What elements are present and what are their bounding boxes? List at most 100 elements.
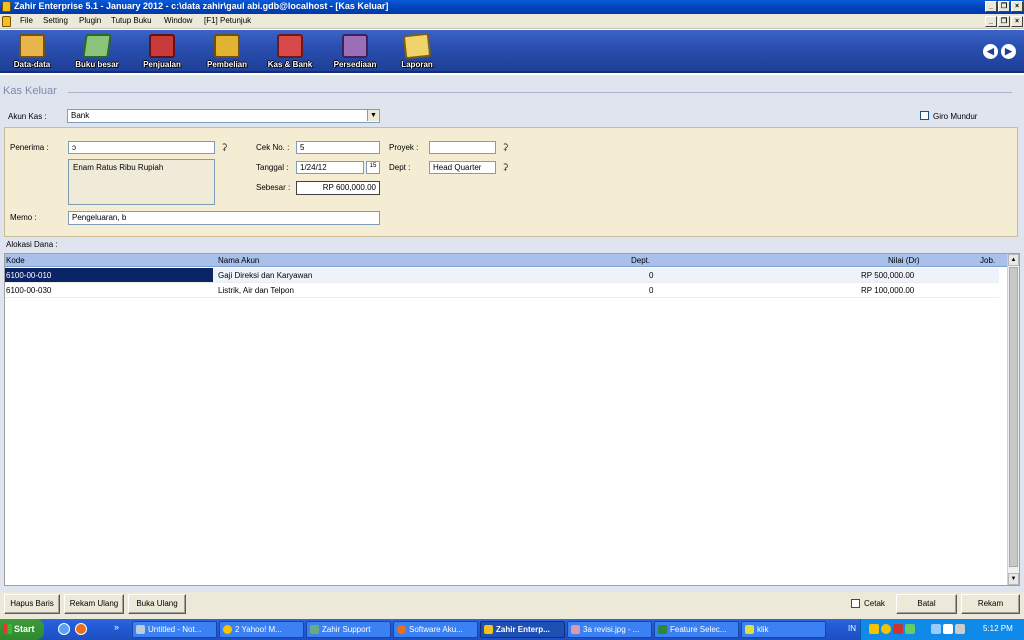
volume-icon[interactable] [955,624,965,634]
cell-kode[interactable]: 6100-00-030 [6,286,51,295]
tray-icon[interactable] [893,624,903,634]
window-controls: _ ❐ × [985,1,1023,12]
zahir-icon [484,625,493,634]
cell-nama[interactable]: Listrik, Air dan Telpon [218,286,294,295]
cell-kode[interactable]: 6100-00-010 [5,268,213,282]
task-feature-select[interactable]: Feature Selec... [654,621,739,638]
nav-forward-icon[interactable]: ▶ [1001,44,1016,59]
lookup-icon[interactable]: ⚳ [221,142,230,153]
task-label: Zahir Enterp... [496,625,550,634]
column-nilai[interactable]: Nilai (Dr) [888,256,920,265]
column-nama-akun[interactable]: Nama Akun [218,256,259,265]
lookup-icon[interactable]: ⚳ [502,142,511,153]
cell-nilai[interactable]: RP 500,000.00 [861,271,914,280]
grid-header: Kode Nama Akun Dept. Nilai (Dr) Job. [5,254,1009,267]
penerima-input[interactable]: ɔ [68,141,215,154]
menu-setting[interactable]: Setting [43,16,68,25]
cetak-label: Cetak [864,599,885,608]
yahoo-icon [223,625,232,634]
calendar-icon[interactable]: 15 [366,161,380,174]
task-image-viewer[interactable]: 3a revisi.jpg - ... [567,621,652,638]
scroll-up-icon[interactable]: ▲ [1008,254,1019,266]
rekam-button[interactable]: Rekam [961,594,1020,614]
menu-window[interactable]: Window [164,16,192,25]
start-button[interactable]: Start [0,619,44,640]
toolbar-penjualan[interactable]: Penjualan [137,33,187,71]
vertical-scrollbar[interactable]: ▲ ▼ [1007,254,1019,585]
penerima-label: Penerima : [10,143,49,152]
sebesar-input[interactable]: RP 600,000.00 [296,181,380,195]
cek-no-input[interactable]: 5 [296,141,380,154]
child-minimize-button[interactable]: _ [985,16,997,27]
toolbar-label: Pembelian [206,60,247,69]
notepad-icon [136,625,145,634]
minimize-button[interactable]: _ [985,1,997,12]
toolbar-label: Kas & Bank [267,60,313,69]
menu-tutup-buku[interactable]: Tutup Buku [111,16,152,25]
kas-keluar-form: Kas Keluar Akun Kas : Bank ▼ Giro Mundur… [0,75,1024,592]
network-icon[interactable] [931,624,941,634]
cell-nilai[interactable]: RP 100,000.00 [861,286,914,295]
task-klik[interactable]: klik [741,621,826,638]
close-button[interactable]: × [1011,1,1023,12]
proyek-label: Proyek : [389,143,419,152]
menu-file[interactable]: File [20,16,33,25]
scroll-thumb[interactable] [1009,267,1018,567]
task-yahoo[interactable]: 2 Yahoo! M... [219,621,304,638]
task-notepad[interactable]: Untitled - Not... [132,621,217,638]
cell-nama[interactable]: Gaji Direksi dan Karyawan [218,271,312,280]
language-indicator[interactable]: IN [848,624,856,633]
image-icon [571,625,580,634]
toolbar-laporan[interactable]: Laporan [392,32,442,71]
table-row[interactable]: 6100-00-010 Gaji Direksi dan Karyawan 0 … [5,268,999,283]
memo-label: Memo : [10,213,37,222]
scroll-down-icon[interactable]: ▼ [1008,573,1019,585]
buka-ulang-button[interactable]: Buka Ulang [128,594,186,614]
dept-input[interactable]: Head Quarter [429,161,496,174]
tanggal-input[interactable]: 1/24/12 [296,161,364,174]
hapus-baris-button[interactable]: Hapus Baris [4,594,60,614]
windows-taskbar: Start » Untitled - Not... 2 Yahoo! M... … [0,619,1024,640]
firefox-icon[interactable] [75,623,87,635]
chevron-right-icon[interactable]: » [114,622,119,632]
dept-label: Dept : [389,163,411,172]
ie-icon[interactable] [58,623,70,635]
memo-input[interactable]: Pengeluaran, b [68,211,380,225]
cell-dept[interactable]: 0 [649,271,653,280]
rekam-ulang-button[interactable]: Rekam Ulang [64,594,124,614]
column-job[interactable]: Job. [980,256,995,265]
task-label: klik [757,625,769,634]
toolbar-buku-besar[interactable]: Buku besar [72,33,122,71]
giro-mundur-checkbox[interactable] [920,111,929,120]
chevron-down-icon[interactable]: ▼ [367,110,379,121]
menu-plugin[interactable]: Plugin [79,16,101,25]
cetak-checkbox[interactable] [851,599,860,608]
task-zahir-support[interactable]: Zahir Support [306,621,391,638]
tray-icon[interactable] [881,624,891,634]
akun-kas-select[interactable]: Bank ▼ [67,109,380,123]
batal-button[interactable]: Batal [896,594,957,614]
restore-button[interactable]: ❐ [998,1,1010,12]
menu-help[interactable]: [F1] Petunjuk [204,16,251,25]
network-icon[interactable] [943,624,953,634]
cash-bank-icon [277,34,303,58]
table-row[interactable]: 6100-00-030 Listrik, Air dan Telpon 0 RP… [5,283,999,298]
task-software-aku[interactable]: Software Aku... [393,621,478,638]
tray-icon[interactable] [905,624,915,634]
column-dept[interactable]: Dept. [631,256,650,265]
toolbar-persediaan[interactable]: Persediaan [330,33,380,71]
toolbar-data-data[interactable]: Data-data [7,33,57,71]
tray-icon[interactable] [869,624,879,634]
lookup-icon[interactable]: ⚳ [502,162,511,173]
alokasi-dana-label: Alokasi Dana : [6,240,58,249]
child-restore-button[interactable]: ❐ [998,16,1010,27]
column-kode[interactable]: Kode [6,256,25,265]
toolbar-pembelian[interactable]: Pembelian [202,33,252,71]
nav-back-icon[interactable]: ◀ [983,44,998,59]
child-close-button[interactable]: × [1011,16,1023,27]
toolbar-kas-bank[interactable]: Kas & Bank [265,33,315,71]
cell-dept[interactable]: 0 [649,286,653,295]
task-zahir-enterprise[interactable]: Zahir Enterp... [480,621,565,638]
proyek-input[interactable] [429,141,496,154]
toolbar-label: Buku besar [75,60,119,69]
